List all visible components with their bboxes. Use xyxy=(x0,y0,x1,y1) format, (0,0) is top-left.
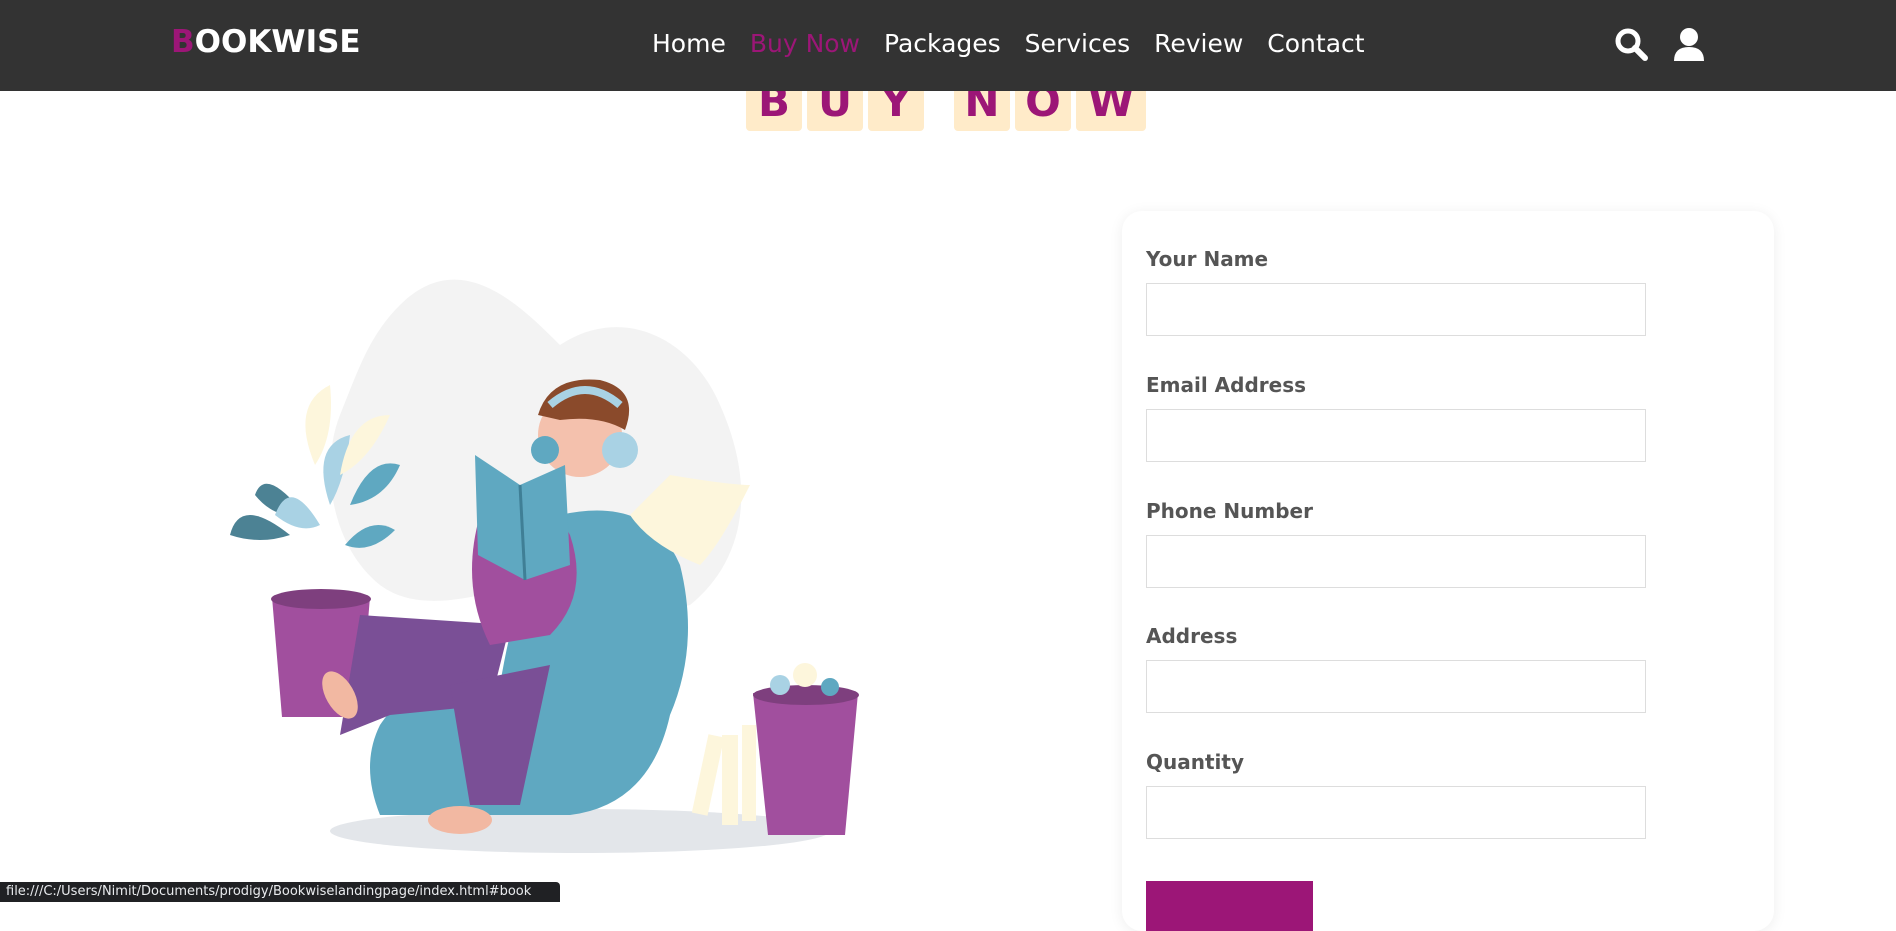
nav-packages[interactable]: Packages xyxy=(884,29,1001,58)
phone-label: Phone Number xyxy=(1146,499,1313,523)
nav-icons xyxy=(1614,27,1706,61)
reading-illustration xyxy=(220,265,880,865)
quantity-label: Quantity xyxy=(1146,750,1244,774)
nav-links: Home Buy Now Packages Services Review Co… xyxy=(652,29,1389,58)
email-label: Email Address xyxy=(1146,373,1307,397)
nav-buy-now[interactable]: Buy Now xyxy=(750,29,860,58)
user-icon[interactable] xyxy=(1672,27,1706,61)
nav-home[interactable]: Home xyxy=(652,29,726,58)
name-label: Your Name xyxy=(1146,247,1269,271)
brand-logo[interactable]: BOOKWISE xyxy=(171,24,361,60)
search-icon[interactable] xyxy=(1614,27,1648,61)
navbar: BOOKWISE Home Buy Now Packages Services … xyxy=(0,0,1896,91)
name-input[interactable] xyxy=(1146,283,1646,336)
email-field-group: Email Address xyxy=(1146,373,1646,462)
phone-field-group: Phone Number xyxy=(1146,499,1646,588)
nav-review[interactable]: Review xyxy=(1154,29,1243,58)
brand-logo-first-letter: B xyxy=(171,24,195,60)
brand-logo-rest: OOKWISE xyxy=(194,24,361,60)
address-input[interactable] xyxy=(1146,660,1646,713)
quantity-input[interactable] xyxy=(1146,786,1646,839)
browser-status-url: file:///C:/Users/Nimit/Documents/prodigy… xyxy=(0,882,560,902)
order-form: Your Name Email Address Phone Number Add… xyxy=(1122,211,1774,931)
phone-input[interactable] xyxy=(1146,535,1646,588)
address-label: Address xyxy=(1146,624,1238,648)
submit-button[interactable] xyxy=(1146,881,1313,931)
quantity-field-group: Quantity xyxy=(1146,750,1646,839)
address-field-group: Address xyxy=(1146,624,1646,713)
email-input[interactable] xyxy=(1146,409,1646,462)
nav-contact[interactable]: Contact xyxy=(1267,29,1364,58)
name-field-group: Your Name xyxy=(1146,247,1646,336)
nav-services[interactable]: Services xyxy=(1025,29,1130,58)
